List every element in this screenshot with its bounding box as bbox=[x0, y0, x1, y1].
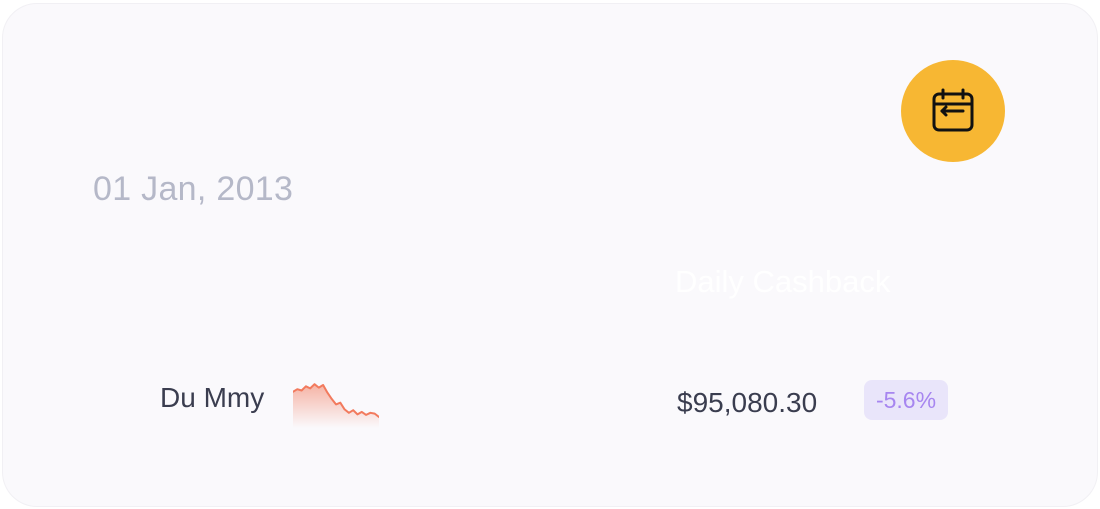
change-badge: -5.6% bbox=[864, 380, 948, 420]
user-name: Du Mmy bbox=[160, 382, 265, 413]
calendar-button[interactable] bbox=[901, 60, 1005, 162]
cashback-amount: $95,080.30 bbox=[677, 387, 818, 418]
date-label: 01 Jan, 2013 bbox=[93, 170, 294, 208]
sparkline-area bbox=[293, 384, 379, 428]
daily-cashback-label: Daily Cashback bbox=[675, 264, 891, 299]
calendar-icon bbox=[932, 88, 974, 132]
cashback-card: 01 Jan, 2013 Daily Cashback Du Mmy $95,0… bbox=[3, 4, 1097, 506]
trend-sparkline bbox=[293, 383, 379, 428]
